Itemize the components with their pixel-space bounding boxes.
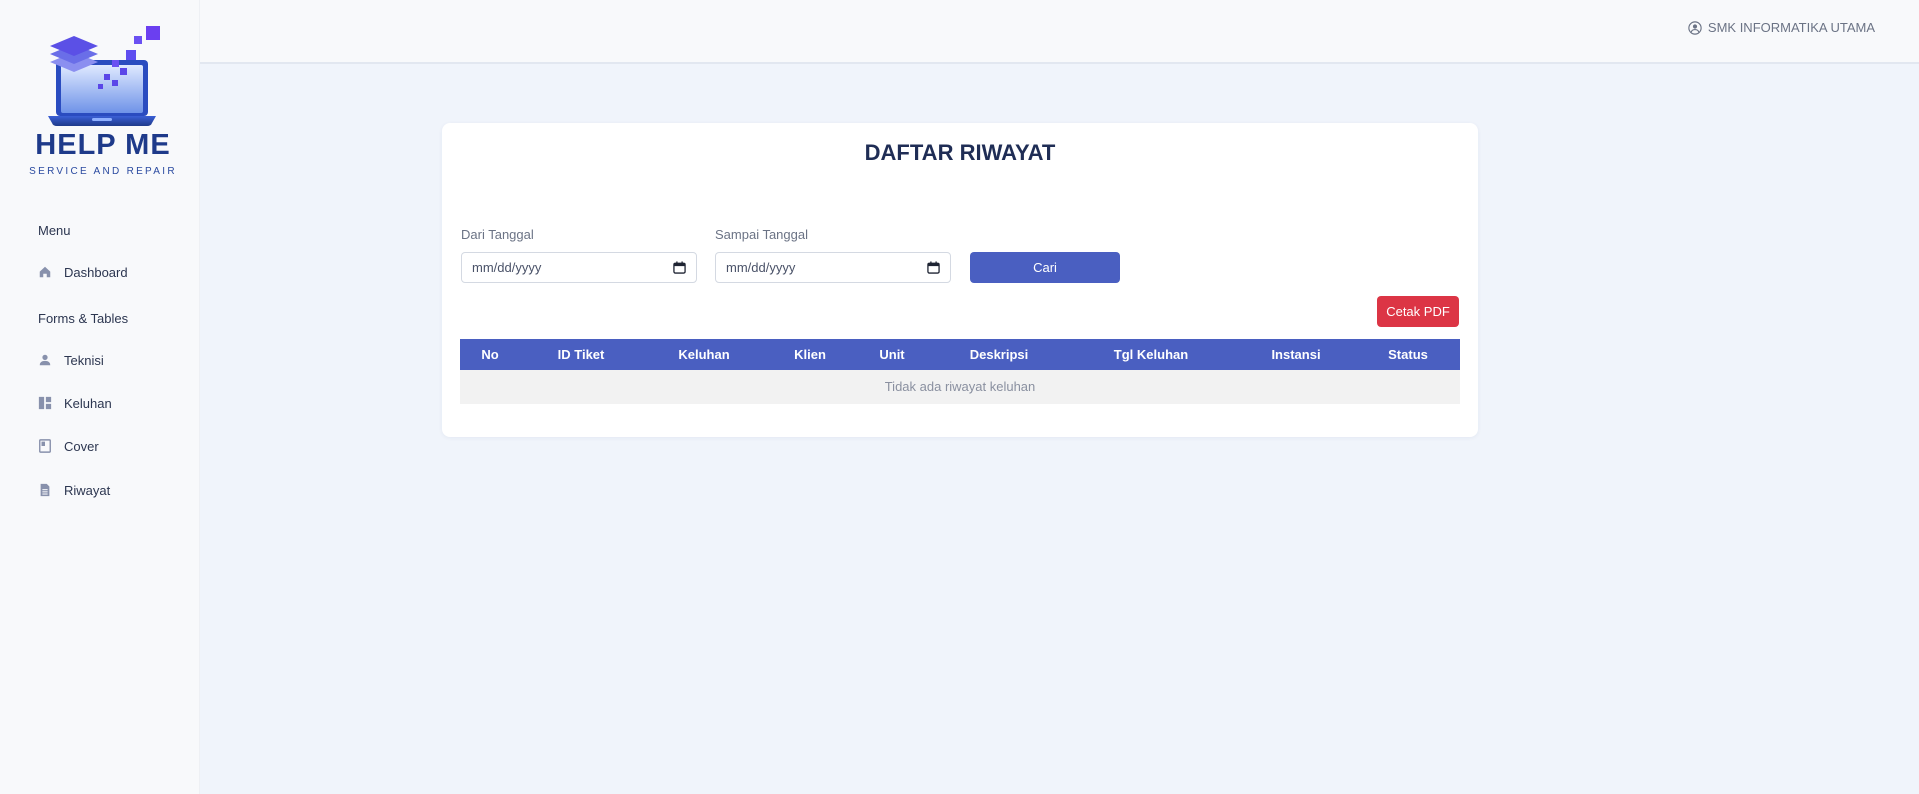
sidebar-item-keluhan[interactable]: Keluhan (38, 392, 112, 414)
user-icon (38, 353, 52, 367)
from-date-placeholder: mm/dd/yyyy (472, 260, 542, 275)
sidebar-item-label: Riwayat (64, 482, 111, 498)
menu-heading: Menu (38, 223, 71, 238)
to-date-placeholder: mm/dd/yyyy (726, 260, 796, 275)
search-button[interactable]: Cari (970, 252, 1120, 283)
sidebar-item-label: Dashboard (64, 264, 128, 280)
calendar-icon[interactable] (673, 261, 686, 274)
column-header: Keluhan (678, 347, 730, 362)
to-date-label: Sampai Tanggal (715, 227, 808, 242)
column-header: Klien (794, 347, 826, 362)
page-title: DAFTAR RIWAYAT (864, 140, 1056, 165)
from-date-input[interactable]: mm/dd/yyyy (461, 252, 697, 283)
brand-subtitle: SERVICE AND REPAIR (29, 166, 177, 177)
to-date-input[interactable]: mm/dd/yyyy (715, 252, 951, 283)
sidebar-item-dashboard[interactable]: Dashboard (38, 261, 128, 283)
sidebar-item-label: Cover (64, 438, 99, 454)
column-header: Status (1388, 347, 1428, 362)
print-pdf-button[interactable]: Cetak PDF (1377, 296, 1459, 327)
sidebar: HELP ME SERVICE AND REPAIR Menu Dashboar… (0, 0, 200, 794)
home-icon (38, 265, 52, 279)
sidebar-item-riwayat[interactable]: Riwayat (38, 479, 110, 501)
riwayat-table: No ID Tiket Keluhan Klien Unit Deskripsi… (460, 339, 1460, 404)
brand-logo[interactable]: HELP ME SERVICE AND REPAIR (28, 22, 178, 182)
topbar: SMK INFORMATIKA UTAMA (200, 0, 1919, 64)
dashboard-grid-icon (38, 396, 52, 410)
forms-tables-heading: Forms & Tables (38, 311, 129, 326)
laptop-logo-icon (48, 26, 160, 126)
calendar-icon[interactable] (927, 261, 940, 274)
book-icon (38, 439, 52, 453)
user-name: SMK INFORMATIKA UTAMA (1707, 20, 1875, 35)
empty-table-message: Tidak ada riwayat keluhan (460, 370, 1460, 404)
column-header: Tgl Keluhan (1113, 347, 1189, 362)
column-header: Deskripsi (969, 347, 1029, 362)
column-header: Unit (879, 347, 905, 362)
column-header: No (481, 347, 499, 362)
sidebar-item-label: Keluhan (64, 395, 112, 411)
sidebar-item-label: Teknisi (64, 352, 104, 368)
from-date-label: Dari Tanggal (461, 227, 534, 242)
sidebar-item-teknisi[interactable]: Teknisi (38, 349, 104, 371)
table-header: No ID Tiket Keluhan Klien Unit Deskripsi… (460, 339, 1460, 370)
riwayat-card: DAFTAR RIWAYAT Dari Tanggal mm/dd/yyyy S… (442, 123, 1478, 437)
column-header: ID Tiket (557, 347, 605, 362)
sidebar-item-cover[interactable]: Cover (38, 435, 99, 457)
user-circle-icon (1688, 20, 1702, 35)
document-icon (38, 483, 52, 497)
user-menu[interactable]: SMK INFORMATIKA UTAMA (1688, 20, 1875, 35)
brand-title: HELP ME (35, 129, 171, 161)
column-header: Instansi (1271, 347, 1321, 362)
